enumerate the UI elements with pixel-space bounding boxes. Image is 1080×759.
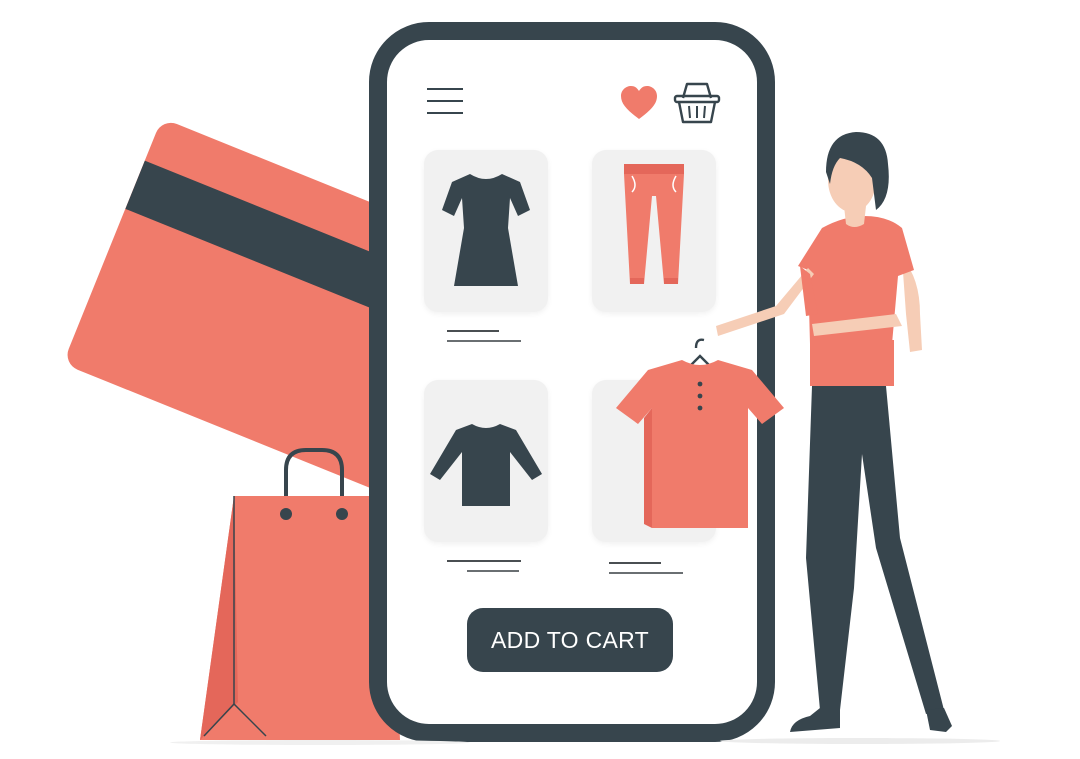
product-price-placeholder xyxy=(447,340,521,342)
dress-icon xyxy=(442,174,530,286)
woman-shopper xyxy=(616,132,952,732)
ground-shadow xyxy=(720,738,1000,744)
t-shirt-on-hanger-icon xyxy=(616,338,784,528)
product-card-dress[interactable] xyxy=(424,150,548,312)
hamburger-menu-icon[interactable] xyxy=(427,88,463,116)
product-name-placeholder xyxy=(447,330,499,332)
ecommerce-illustration: ADD TO CART xyxy=(0,0,1080,759)
ground-shadow xyxy=(170,740,470,745)
product-price-placeholder xyxy=(467,570,519,572)
product-name-placeholder xyxy=(447,560,521,562)
product-card-long-sleeve[interactable] xyxy=(424,380,548,542)
long-sleeve-shirt-icon xyxy=(430,424,542,506)
